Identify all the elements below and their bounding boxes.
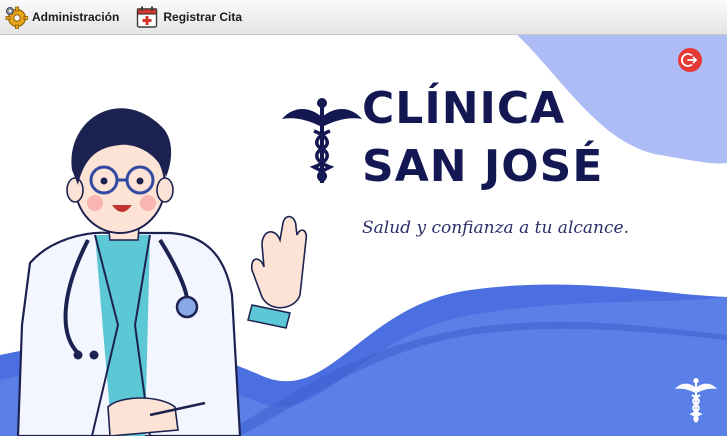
logout-icon (681, 53, 697, 67)
menu-administracion-label: Administración (32, 10, 120, 24)
logout-button[interactable] (678, 48, 702, 72)
menu-registrar-cita-label: Registrar Cita (163, 10, 243, 24)
caduceus-icon (282, 98, 362, 183)
menu-registrar-cita[interactable]: Registrar Cita (131, 0, 248, 34)
doctor-illustration (16, 108, 308, 436)
calendar-add-icon (137, 6, 158, 28)
main-content: CLÍNICA SAN JOSÉ Salud y confianza a tu … (0, 35, 727, 436)
clinic-title-line1: CLÍNICA (362, 83, 566, 134)
clinic-tagline: Salud y confianza a tu alcance. (362, 218, 629, 238)
menu-administracion[interactable]: Administración (0, 0, 125, 34)
gear-icon (5, 6, 28, 29)
corner-caduceus-icon (675, 377, 717, 423)
menu-bar: Administración Registrar Cita (0, 0, 727, 35)
clinic-title-line2: SAN JOSÉ (362, 141, 604, 192)
